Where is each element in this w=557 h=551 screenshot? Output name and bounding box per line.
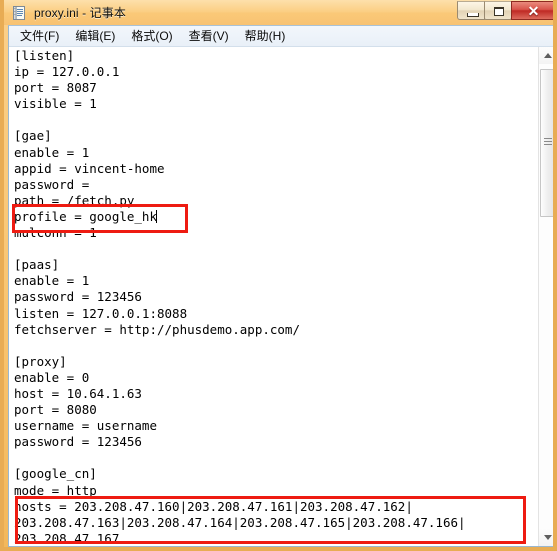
text-line: [14, 338, 538, 354]
text-line: mulconn = 1: [14, 225, 97, 241]
text-line: path = /fetch.py: [14, 192, 135, 208]
menu-item-format[interactable]: 格式(O): [123, 25, 180, 47]
text-line: appid = vincent-home: [14, 160, 165, 176]
menu-item-view[interactable]: 查看(V): [181, 25, 237, 47]
minimize-button[interactable]: [457, 1, 485, 20]
chevron-down-icon: [544, 535, 552, 540]
text-line: port = 8080: [14, 402, 97, 418]
text-line: [gae]: [14, 128, 52, 144]
text-line: enable = 1: [14, 144, 90, 160]
text-line: host = 10.64.1.63: [14, 385, 142, 401]
text-line: 203.208.47.163|203.208.47.164|203.208.47…: [14, 514, 466, 530]
editor-region: [listen] ip = 127.0.0.1 port = 8087 visible…: [9, 47, 553, 546]
maximize-button[interactable]: [484, 1, 512, 20]
text-edit-area[interactable]: [listen] ip = 127.0.0.1 port = 8087 visible…: [9, 47, 538, 546]
scroll-down-button[interactable]: [539, 529, 553, 546]
text-line: [listen]: [14, 48, 75, 63]
text-line: enable = 1: [14, 273, 90, 289]
title-bar[interactable]: proxy.ini - 记事本 ✕: [4, 0, 553, 25]
text-line: mode = http: [14, 482, 97, 498]
text-line: 203.208.47.167: [14, 530, 120, 546]
text-line: port = 8087: [14, 80, 97, 96]
client-area: 文件(F) 编辑(E) 格式(O) 查看(V) 帮助(H) [listen] ip…: [8, 25, 553, 547]
text-line: password =: [14, 176, 97, 192]
menu-bar: 文件(F) 编辑(E) 格式(O) 查看(V) 帮助(H): [9, 25, 553, 47]
text-line: hosts = 203.208.47.160|203.208.47.161|20…: [14, 498, 413, 514]
text-line: password = 123456: [14, 289, 142, 305]
scroll-up-button[interactable]: [539, 47, 553, 64]
text-line: [14, 241, 538, 257]
minimize-icon: [467, 13, 479, 17]
text-caret: [156, 209, 157, 223]
text-line: [14, 450, 538, 466]
text-line: listen = 127.0.0.1:8088: [14, 305, 188, 321]
text-line: ip = 127.0.0.1: [14, 64, 120, 80]
notepad-icon: [11, 5, 27, 21]
text-line: password = 123456: [14, 434, 142, 450]
close-button[interactable]: ✕: [511, 1, 553, 20]
notepad-window: proxy.ini - 记事本 ✕ 文件(F) 编辑(E) 格式(O) 查看(V…: [0, 0, 557, 551]
vertical-scrollbar[interactable]: [538, 47, 553, 546]
text-line: enable = 0: [14, 369, 90, 385]
window-title: proxy.ini - 记事本: [34, 6, 126, 20]
text-line: username = username: [14, 418, 157, 434]
text-line: [paas]: [14, 257, 60, 273]
menu-item-edit[interactable]: 编辑(E): [67, 25, 123, 47]
close-icon: ✕: [527, 3, 540, 19]
scrollbar-thumb[interactable]: [540, 69, 553, 217]
text-line: [google_cn]: [14, 466, 97, 482]
text-line: fetchserver = http://phusdemo.app.com/: [14, 321, 300, 337]
menu-item-help[interactable]: 帮助(H): [237, 25, 294, 47]
scrollbar-grip-icon: [544, 138, 552, 145]
text-line: [proxy]: [14, 353, 67, 369]
maximize-icon: [494, 7, 504, 16]
text-line: visible = 1: [14, 96, 97, 112]
document-text[interactable]: [listen] ip = 127.0.0.1 port = 8087 visible…: [14, 48, 538, 546]
chevron-up-icon: [544, 53, 552, 58]
menu-item-file[interactable]: 文件(F): [12, 25, 67, 47]
window-controls: ✕: [457, 1, 553, 20]
text-line: profile = google_hk: [14, 208, 157, 224]
text-line: [14, 112, 538, 128]
